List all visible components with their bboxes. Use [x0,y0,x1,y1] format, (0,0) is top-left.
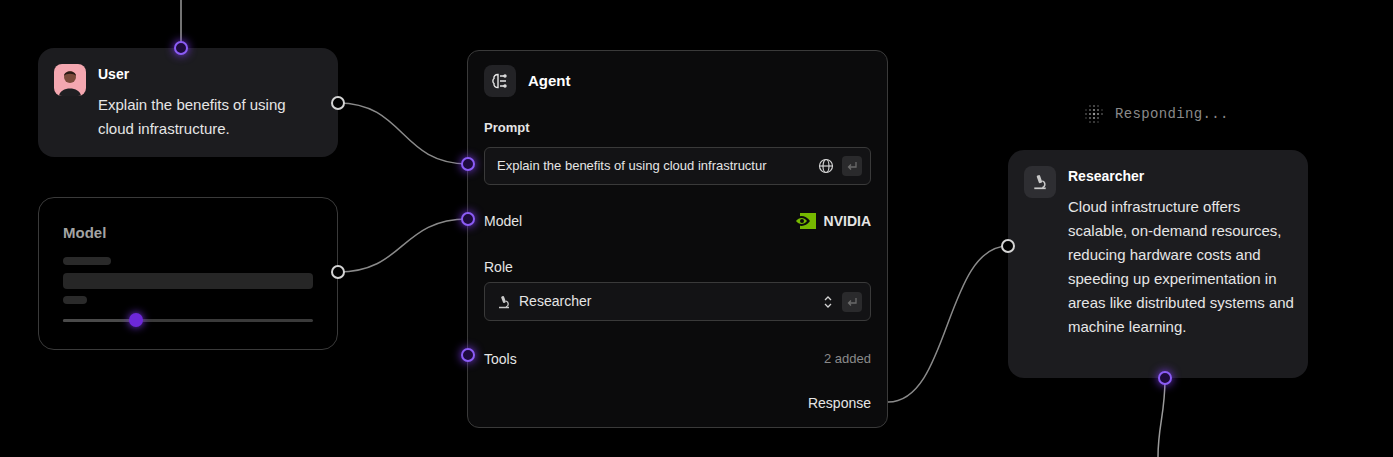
port[interactable] [174,41,188,55]
placeholder-bar [63,296,87,304]
placeholder-bar [63,273,313,289]
slider-track [63,319,313,322]
user-node[interactable]: User Explain the benefits of using cloud… [38,48,338,157]
port[interactable] [461,348,475,362]
port[interactable] [461,157,475,171]
agent-icon [484,65,516,97]
prompt-label: Prompt [484,120,871,136]
port[interactable] [461,212,475,226]
agent-title: Agent [528,70,571,93]
loading-dots-icon [1081,101,1107,127]
prompt-field[interactable]: Explain the benefits of using cloud infr… [484,147,871,185]
agent-node[interactable]: Agent Prompt Explain the benefits of usi… [467,50,888,428]
slider[interactable] [63,313,313,327]
status-text: Responding... [1115,104,1229,125]
microscope-icon [497,295,511,309]
model-node[interactable]: Model [38,197,338,350]
prompt-value: Explain the benefits of using cloud infr… [497,156,810,176]
microscope-icon [1024,166,1056,198]
role-select[interactable]: Researcher [484,282,871,321]
port[interactable] [1158,371,1172,385]
nvidia-logo-icon [792,213,816,229]
model-provider: NVIDIA [824,211,871,232]
role-value: Researcher [519,291,814,312]
avatar-icon [54,64,86,96]
tools-label: Tools [484,349,517,370]
port[interactable] [331,96,345,110]
globe-icon[interactable] [818,158,834,174]
user-title: User [98,64,322,84]
model-label: Model [484,211,522,232]
response-label: Response [484,393,871,413]
enter-icon[interactable] [842,156,862,176]
port[interactable] [331,265,345,279]
tools-count: 2 added [824,349,871,369]
model-title: Model [63,223,313,243]
placeholder-bar [63,257,111,265]
user-message: Explain the benefits of using cloud infr… [98,93,322,141]
status-indicator: Responding... [1081,101,1229,127]
model-row[interactable]: Model NVIDIA [484,211,871,231]
canvas: User Explain the benefits of using cloud… [0,0,1393,457]
role-label: Role [484,259,871,275]
slider-fill [63,319,136,322]
tools-row[interactable]: Tools 2 added [484,349,871,369]
slider-thumb[interactable] [129,313,143,327]
enter-icon[interactable] [842,292,862,312]
researcher-node[interactable]: Researcher Cloud infrastructure offers s… [1008,150,1308,378]
researcher-message: Cloud infrastructure offers scalable, on… [1068,195,1296,339]
port[interactable] [1001,239,1015,253]
researcher-title: Researcher [1068,166,1296,186]
chevron-updown-icon[interactable] [822,295,834,309]
